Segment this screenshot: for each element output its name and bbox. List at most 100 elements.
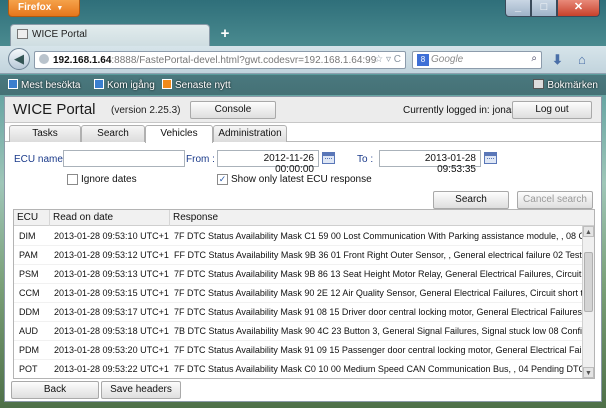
- maximize-button[interactable]: □: [531, 0, 557, 17]
- cell-ecu: CCM: [19, 288, 40, 298]
- back-button[interactable]: Back: [11, 381, 99, 399]
- cell-response: 7F DTC Status Availability Mask C1 59 00…: [174, 231, 582, 241]
- table-row[interactable]: PSM 2013-01-28 09:53:13 UTC+1 7F DTC Statu…: [14, 265, 582, 284]
- bookmark-latest-news[interactable]: Senaste nytt: [162, 79, 231, 91]
- cell-read-date: 2013-01-28 09:53:13 UTC+1: [54, 269, 169, 279]
- bookmarks-toolbar: Mest besökta Kom igång Senaste nytt Bokm…: [0, 75, 606, 95]
- logged-in-status: Currently logged in: jonas: [403, 105, 517, 116]
- search-engine-icon[interactable]: 8: [417, 54, 429, 66]
- from-date-input[interactable]: 2012-11-26 00:00:00: [217, 150, 319, 175]
- vertical-scrollbar[interactable]: ▲ ▼: [582, 226, 594, 378]
- ignore-dates-label: Ignore dates: [81, 174, 137, 185]
- column-header-response[interactable]: Response: [170, 210, 594, 226]
- url-bar[interactable]: 192.168.1.64:8888/FastePortal-devel.html…: [34, 51, 406, 69]
- home-icon[interactable]: ⌂: [578, 52, 594, 68]
- from-label: From :: [186, 154, 215, 165]
- column-header-date[interactable]: Read on date: [50, 210, 170, 226]
- bookmark-most-visited[interactable]: Mest besökta: [8, 79, 80, 91]
- site-identity-icon[interactable]: [39, 54, 49, 64]
- table-row[interactable]: POT 2013-01-28 09:53:22 UTC+1 7F DTC Statu…: [14, 360, 582, 378]
- window-controls: _ □ ✕: [505, 0, 600, 17]
- column-header-ecu[interactable]: ECU: [14, 210, 50, 226]
- ecu-name-label: ECU name :: [14, 154, 69, 165]
- cell-ecu: POT: [19, 364, 38, 374]
- close-window-button[interactable]: ✕: [557, 0, 600, 17]
- ecu-response-table: ECU Read on date Response DIM 2013-01-28 …: [13, 209, 595, 379]
- cell-ecu: AUD: [19, 326, 39, 336]
- cell-response: 7F DTC Status Availability Mask 90 2E 12…: [174, 288, 582, 298]
- chevron-down-icon: ▼: [56, 5, 64, 12]
- bookmark-icon: [8, 79, 18, 89]
- browser-tab-title: WICE Portal: [32, 29, 88, 40]
- table-row[interactable]: DIM 2013-01-28 09:53:10 UTC+1 7F DTC Statu…: [14, 227, 582, 246]
- cell-response: 7F DTC Status Availability Mask 9B 86 13…: [174, 269, 582, 279]
- latest-only-label: Show only latest ECU response: [231, 174, 372, 185]
- scroll-down-icon[interactable]: ▼: [583, 367, 594, 378]
- tab-administration[interactable]: Administration: [213, 125, 287, 142]
- tab-search[interactable]: Search: [81, 125, 145, 142]
- app-version: (version 2.25.3): [111, 105, 181, 116]
- back-arrow-icon[interactable]: ◀: [8, 48, 30, 70]
- calendar-icon[interactable]: [322, 152, 335, 164]
- save-headers-button[interactable]: Save headers: [101, 381, 181, 399]
- minimize-button[interactable]: _: [505, 0, 531, 17]
- new-tab-button[interactable]: +: [216, 26, 234, 43]
- cell-response: FF DTC Status Availability Mask 9B 36 01…: [174, 250, 582, 260]
- cell-read-date: 2013-01-28 09:53:18 UTC+1: [54, 326, 169, 336]
- scroll-up-icon[interactable]: ▲: [583, 226, 594, 237]
- table-row[interactable]: PAM 2013-01-28 09:53:12 UTC+1 FF DTC Statu…: [14, 246, 582, 265]
- table-header: ECU Read on date Response: [14, 210, 594, 226]
- bookmarks-menu-label: Bokmärken: [547, 80, 598, 91]
- table-row[interactable]: CCM 2013-01-28 09:53:15 UTC+1 7F DTC Statu…: [14, 284, 582, 303]
- logout-button[interactable]: Log out: [512, 101, 592, 119]
- firefox-menu-label: Firefox: [18, 2, 52, 13]
- table-row[interactable]: PDM 2013-01-28 09:53:20 UTC+1 7F DTC Statu…: [14, 341, 582, 360]
- cell-response: 7F DTC Status Availability Mask C0 10 00…: [174, 364, 582, 374]
- cell-ecu: PSM: [19, 269, 39, 279]
- star-icon[interactable]: ☆: [374, 54, 383, 65]
- firefox-menu-button[interactable]: Firefox ▼: [8, 0, 80, 17]
- cancel-search-button[interactable]: Cancel search: [517, 191, 593, 209]
- latest-only-checkbox[interactable]: ✓: [217, 174, 228, 185]
- cell-ecu: DIM: [19, 231, 36, 241]
- console-button[interactable]: Console: [190, 101, 276, 119]
- page-icon: [17, 29, 28, 40]
- scroll-thumb[interactable]: [584, 252, 593, 312]
- cell-read-date: 2013-01-28 09:53:22 UTC+1: [54, 364, 169, 374]
- bookmark-label: Kom igång: [107, 80, 155, 91]
- url-host: 192.168.1.64: [53, 55, 112, 66]
- browser-window: Firefox ▼ _ □ ✕ WICE Portal + ◀ 192.168.1…: [0, 0, 606, 408]
- reload-icon[interactable]: C: [394, 54, 401, 65]
- tab-tasks[interactable]: Tasks: [9, 125, 81, 142]
- cell-read-date: 2013-01-28 09:53:10 UTC+1: [54, 231, 169, 241]
- bookmarks-icon: [533, 79, 545, 89]
- search-icon[interactable]: ⌕: [531, 53, 537, 64]
- rss-icon: [162, 79, 172, 89]
- url-actions: ☆ ▿ C: [374, 54, 401, 65]
- url-path: :8888/FastePortal-devel.html?gwt.codesvr…: [111, 55, 377, 66]
- search-box[interactable]: 8 Google ⌕: [412, 51, 542, 69]
- navigation-bar: ◀ 192.168.1.64:8888/FastePortal-devel.ht…: [0, 46, 606, 74]
- cell-read-date: 2013-01-28 09:53:17 UTC+1: [54, 307, 169, 317]
- calendar-icon[interactable]: [484, 152, 497, 164]
- search-button[interactable]: Search: [433, 191, 509, 209]
- to-date-input[interactable]: 2013-01-28 09:53:35: [379, 150, 481, 175]
- bookmark-icon: [94, 79, 104, 89]
- bookmark-label: Senaste nytt: [175, 80, 231, 91]
- bookmark-getting-started[interactable]: Kom igång: [94, 79, 155, 91]
- cell-ecu: PAM: [19, 250, 38, 260]
- to-label: To :: [357, 154, 374, 165]
- table-row[interactable]: AUD 2013-01-28 09:53:18 UTC+1 7B DTC Statu…: [14, 322, 582, 341]
- cell-read-date: 2013-01-28 09:53:15 UTC+1: [54, 288, 169, 298]
- dropdown-icon[interactable]: ▿: [386, 54, 391, 65]
- ignore-dates-checkbox[interactable]: [67, 174, 78, 185]
- bookmarks-menu[interactable]: Bokmärken: [533, 79, 598, 91]
- browser-tab-wice-portal[interactable]: WICE Portal: [10, 24, 210, 46]
- download-icon[interactable]: ⬇: [552, 52, 568, 68]
- app-content: WICE Portal (version 2.25.3) Console Cur…: [4, 96, 602, 402]
- cell-response: 7B DTC Status Availability Mask 90 4C 23…: [174, 326, 582, 336]
- cell-ecu: DDM: [19, 307, 40, 317]
- tab-vehicles[interactable]: Vehicles: [145, 125, 213, 143]
- ecu-name-input[interactable]: [63, 150, 185, 167]
- table-row[interactable]: DDM 2013-01-28 09:53:17 UTC+1 7F DTC Statu…: [14, 303, 582, 322]
